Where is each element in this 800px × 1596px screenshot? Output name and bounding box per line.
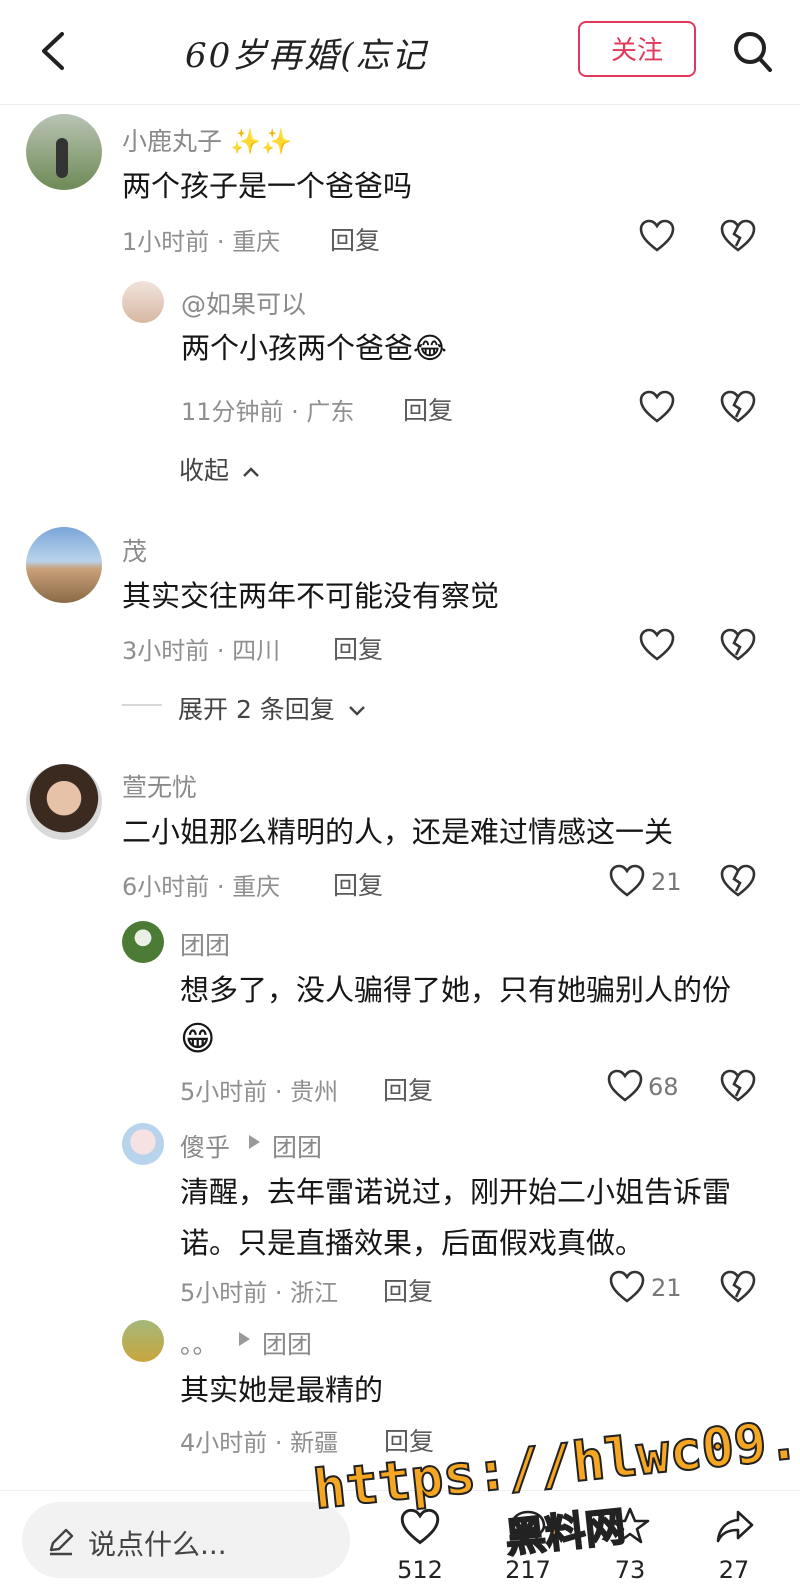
comment-input-placeholder[interactable]: 说点什么... — [88, 1523, 227, 1563]
reply-button[interactable]: 回复 — [330, 221, 380, 257]
reply-button[interactable]: 回复 — [383, 1071, 433, 1107]
comment-meta: 4小时前 · 新疆 — [180, 1429, 339, 1457]
comment-author[interactable]: 。。 — [180, 1325, 218, 1361]
avatar[interactable] — [122, 281, 164, 323]
broken-heart-icon[interactable] — [720, 864, 756, 898]
broken-heart-icon[interactable] — [720, 628, 756, 662]
comment-text: 二小姐那么精明的人，还是难过情感这一关 — [122, 815, 674, 849]
comment-text: 两个小孩两个爸爸😂 — [181, 331, 447, 365]
chevron-up-icon — [243, 467, 259, 477]
divider — [122, 704, 162, 706]
comment-author[interactable]: 傻乎 — [180, 1128, 230, 1164]
broken-heart-icon[interactable] — [720, 1069, 756, 1103]
comment-author[interactable]: 小鹿丸子 ✨✨ — [122, 122, 292, 158]
heart-icon[interactable] — [639, 628, 675, 662]
like-count: 68 — [648, 1073, 679, 1101]
reply-to-name[interactable]: 团团 — [272, 1128, 322, 1164]
reply-button[interactable]: 回复 — [383, 1272, 433, 1308]
avatar[interactable] — [26, 527, 102, 603]
comment-meta: 3小时前 · 四川 — [122, 637, 281, 665]
expand-replies-button[interactable]: 展开 2 条回复 — [178, 690, 367, 726]
emoji: 😁 — [180, 1019, 216, 1059]
comment-author[interactable]: 团团 — [180, 926, 230, 962]
comment-text: 其实她是最精的 — [180, 1373, 384, 1407]
reply-to-name[interactable]: 团团 — [262, 1325, 312, 1361]
expand-label: 展开 2 条回复 — [178, 695, 335, 724]
comment-meta: 5小时前 · 浙江 — [180, 1279, 339, 1307]
collapse-replies-button[interactable]: 收起 — [179, 451, 261, 487]
reply-button[interactable]: 回复 — [333, 866, 383, 902]
pencil-icon — [49, 1528, 74, 1556]
avatar[interactable] — [26, 114, 102, 190]
reply-button[interactable]: 回复 — [403, 391, 453, 427]
heart-icon[interactable] — [609, 864, 645, 898]
page-title: 60岁再婚(忘记 — [185, 36, 428, 76]
broken-heart-icon[interactable] — [720, 219, 756, 253]
heart-icon[interactable] — [639, 390, 675, 424]
like-count: 21 — [651, 1274, 682, 1302]
comment-text: 清醒，去年雷诺说过，刚开始二小姐告诉雷 — [180, 1175, 732, 1209]
comment-text: 两个孩子是一个爸爸吗 — [122, 169, 413, 203]
reply-arrow-icon — [239, 1332, 250, 1346]
heart-icon[interactable] — [639, 219, 675, 253]
comment-meta: 6小时前 · 重庆 — [122, 873, 281, 901]
comment-text: 想多了，没人骗得了她，只有她骗别人的份 — [180, 973, 732, 1007]
comment-meta: 11分钟前 · 广东 — [181, 398, 355, 426]
reply-button[interactable]: 回复 — [333, 630, 383, 666]
broken-heart-icon[interactable] — [720, 1270, 756, 1304]
favorite-total: 73 — [614, 1556, 646, 1584]
avatar[interactable] — [122, 921, 164, 963]
comment-author[interactable]: 茂 — [122, 532, 147, 568]
avatar[interactable] — [26, 764, 102, 840]
reply-arrow-icon — [249, 1135, 260, 1149]
share-icon[interactable] — [714, 1508, 756, 1546]
comment-text: 其实交往两年不可能没有察觉 — [122, 579, 500, 613]
back-arrow-icon[interactable] — [38, 30, 68, 72]
collapse-label: 收起 — [179, 456, 230, 485]
avatar[interactable] — [122, 1123, 164, 1165]
comment-author[interactable]: @如果可以 — [181, 285, 306, 321]
comment-text: 诺。只是直播效果，后面假戏真做。 — [180, 1226, 645, 1260]
comment-author[interactable]: 萱无忧 — [122, 768, 197, 804]
follow-button[interactable]: 关注 — [578, 21, 696, 77]
share-total: 27 — [718, 1556, 750, 1584]
heart-icon[interactable] — [607, 1069, 643, 1103]
heart-icon[interactable] — [400, 1508, 440, 1546]
like-total: 512 — [397, 1556, 443, 1584]
comment-meta: 5小时前 · 贵州 — [180, 1078, 339, 1106]
search-icon[interactable] — [733, 30, 773, 74]
avatar[interactable] — [122, 1320, 164, 1362]
chevron-down-icon — [348, 706, 365, 716]
heart-icon[interactable] — [609, 1270, 645, 1304]
broken-heart-icon[interactable] — [720, 390, 756, 424]
like-count: 21 — [651, 868, 682, 896]
comment-meta: 1小时前 · 重庆 — [122, 228, 281, 256]
